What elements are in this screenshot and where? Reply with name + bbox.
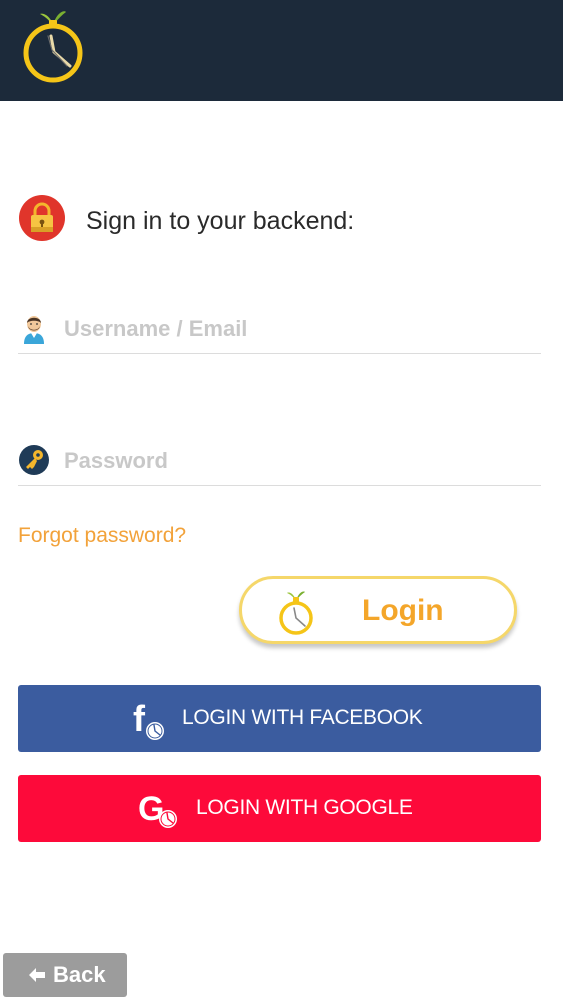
key-icon xyxy=(19,445,49,475)
page-title: Sign in to your backend: xyxy=(86,207,355,235)
back-button[interactable]: Back xyxy=(3,953,127,997)
padlock-icon xyxy=(19,195,65,241)
password-input[interactable] xyxy=(64,445,524,477)
login-button-label: Login xyxy=(362,594,444,627)
login-button[interactable]: Login xyxy=(239,576,517,644)
google-login-label: LOGIN WITH GOOGLE xyxy=(196,796,413,819)
google-login-button[interactable]: G LOGIN WITH GOOGLE xyxy=(18,775,541,842)
username-field xyxy=(18,309,541,354)
google-g-icon: G xyxy=(138,790,177,828)
signin-heading-row: Sign in to your backend: xyxy=(18,194,538,244)
back-button-label: Back xyxy=(53,962,106,987)
forgot-password-link[interactable]: Forgot password? xyxy=(18,524,186,548)
password-field xyxy=(18,441,541,486)
facebook-login-label: LOGIN WITH FACEBOOK xyxy=(182,706,423,729)
stopwatch-logo-icon[interactable] xyxy=(18,6,88,86)
facebook-f-icon: f xyxy=(133,698,164,740)
username-input[interactable] xyxy=(64,313,524,345)
arrow-left-icon xyxy=(29,968,45,982)
svg-text:f: f xyxy=(133,698,146,739)
user-avatar-icon xyxy=(24,316,44,344)
facebook-login-button[interactable]: f LOGIN WITH FACEBOOK xyxy=(18,685,541,752)
header-bar xyxy=(0,0,563,101)
stopwatch-icon xyxy=(279,591,313,635)
